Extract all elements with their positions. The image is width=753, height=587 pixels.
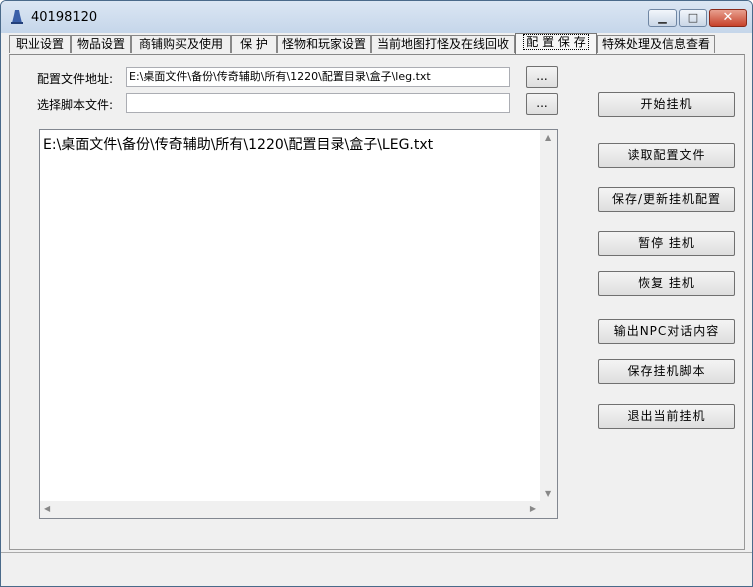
tab-special-info[interactable]: 特殊处理及信息查看: [597, 35, 715, 53]
pause-button[interactable]: 暂停 挂机: [598, 231, 735, 256]
browse-config-button[interactable]: ...: [526, 66, 558, 88]
vertical-scrollbar[interactable]: ▲ ▼: [540, 130, 557, 501]
save-script-button[interactable]: 保存挂机脚本: [598, 359, 735, 384]
scroll-up-icon[interactable]: ▲: [545, 133, 551, 142]
read-config-button[interactable]: 读取配置文件: [598, 143, 735, 168]
tab-profession[interactable]: 职业设置: [9, 35, 71, 53]
maximize-button[interactable]: □: [679, 9, 707, 27]
title-bar[interactable]: 40198120 ▁ □ ✕: [1, 1, 752, 33]
close-button[interactable]: ✕: [709, 9, 747, 27]
script-file-field[interactable]: [126, 93, 510, 113]
log-content: E:\桌面文件\备份\传奇辅助\所有\1220\配置目录\盒子\LEG.txt: [43, 137, 434, 153]
status-bar: [1, 552, 752, 586]
config-file-field[interactable]: E:\桌面文件\备份\传奇辅助\所有\1220\配置目录\盒子\leg.txt: [126, 67, 510, 87]
scroll-right-icon[interactable]: ▶: [530, 504, 536, 513]
app-window: 40198120 ▁ □ ✕ 职业设置 物品设置 商铺购买及使用 保 护 怪物和…: [0, 0, 753, 587]
browse-script-button[interactable]: ...: [526, 93, 558, 115]
exit-button[interactable]: 退出当前挂机: [598, 404, 735, 429]
tab-items[interactable]: 物品设置: [71, 35, 131, 53]
minimize-button[interactable]: ▁: [648, 9, 677, 27]
output-npc-button[interactable]: 输出NPC对话内容: [598, 319, 735, 344]
save-update-button[interactable]: 保存/更新挂机配置: [598, 187, 735, 212]
minimize-icon: ▁: [658, 11, 667, 24]
log-textarea[interactable]: E:\桌面文件\备份\传奇辅助\所有\1220\配置目录\盒子\LEG.txt …: [39, 129, 558, 519]
app-icon: [11, 10, 23, 24]
scroll-left-icon[interactable]: ◀: [44, 504, 50, 513]
script-file-label: 选择脚本文件:: [37, 98, 114, 112]
start-button[interactable]: 开始挂机: [598, 92, 735, 117]
resume-button[interactable]: 恢复 挂机: [598, 271, 735, 296]
tab-config-save[interactable]: 配 置 保 存: [515, 33, 597, 54]
scroll-down-icon[interactable]: ▼: [545, 489, 551, 498]
scrollbar-corner: [540, 501, 557, 518]
config-file-label: 配置文件地址:: [37, 72, 114, 86]
window-title: 40198120: [31, 10, 98, 25]
maximize-icon: □: [687, 11, 699, 24]
horizontal-scrollbar[interactable]: ◀ ▶: [40, 501, 540, 518]
tab-map-recycle[interactable]: 当前地图打怪及在线回收: [371, 35, 515, 53]
tab-strip: 职业设置 物品设置 商铺购买及使用 保 护 怪物和玩家设置 当前地图打怪及在线回…: [9, 33, 745, 55]
tab-protection[interactable]: 保 护: [231, 35, 277, 53]
tab-monsters-players[interactable]: 怪物和玩家设置: [277, 35, 371, 53]
tab-shop[interactable]: 商铺购买及使用: [131, 35, 231, 53]
close-icon: ✕: [722, 10, 734, 25]
